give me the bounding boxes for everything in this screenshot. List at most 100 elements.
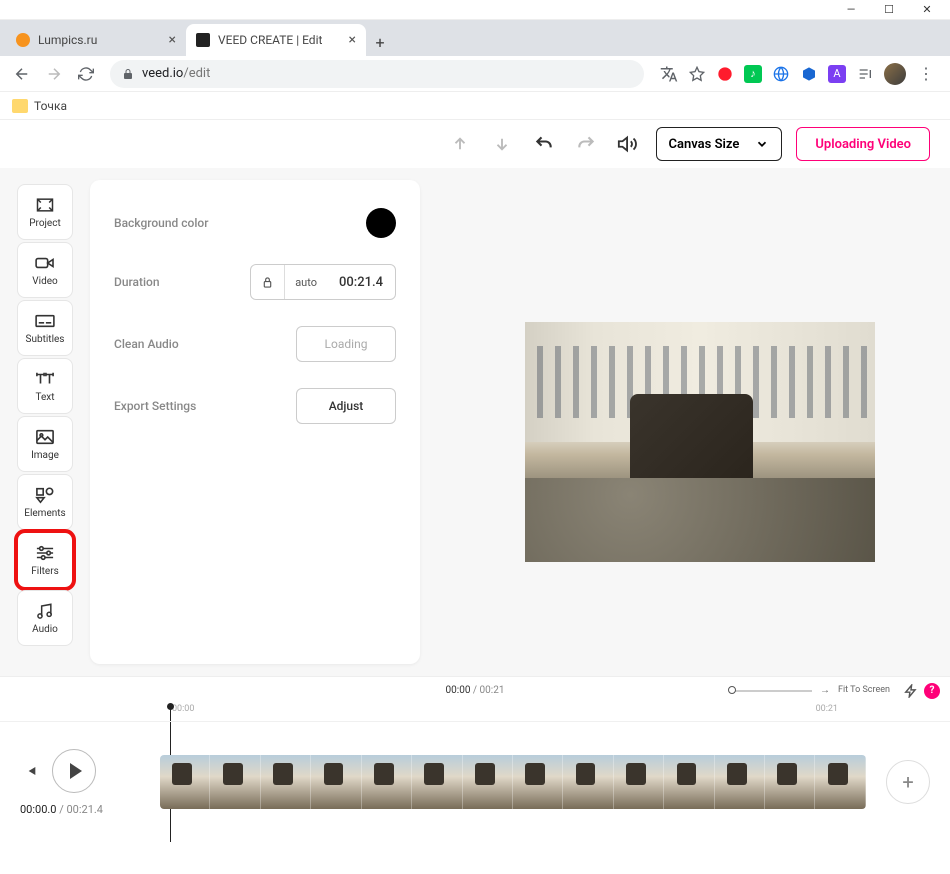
- new-tab-button[interactable]: +: [366, 28, 394, 56]
- playback-time: 00:00.0 / 00:21.4: [20, 803, 103, 816]
- tab-title: Lumpics.ru: [38, 33, 163, 47]
- back-button[interactable]: [8, 60, 36, 88]
- export-adjust-button[interactable]: Adjust: [296, 388, 396, 424]
- duration-input[interactable]: auto 00:21.4: [250, 264, 396, 300]
- ext-cube-icon[interactable]: [800, 65, 818, 83]
- app-toolbar: Canvas Size Uploading Video: [0, 120, 950, 168]
- canvas-area: [420, 168, 950, 676]
- duration-value: 00:21.4: [327, 275, 395, 290]
- lock-icon[interactable]: [251, 265, 285, 299]
- arrow-up-icon[interactable]: [446, 130, 474, 158]
- track-thumbnail: [160, 755, 210, 809]
- star-icon[interactable]: [688, 65, 706, 83]
- ext-green-icon[interactable]: ♪: [744, 65, 762, 83]
- tab-title: VEED CREATE | Edit: [218, 33, 343, 47]
- sidebar-item-subtitles[interactable]: Subtitles: [17, 300, 73, 356]
- bg-color-swatch[interactable]: [366, 208, 396, 238]
- bg-color-label: Background color: [114, 216, 208, 230]
- track-thumbnail: [765, 755, 815, 809]
- sidebar-item-label: Elements: [24, 508, 65, 519]
- sidebar-item-label: Subtitles: [26, 334, 65, 345]
- bookmarks-bar: Точка: [0, 92, 950, 120]
- window-minimize[interactable]: —: [832, 0, 870, 20]
- profile-avatar[interactable]: [884, 63, 906, 85]
- reading-list-icon[interactable]: [856, 65, 874, 83]
- lock-icon: [122, 68, 134, 80]
- clean-audio-button[interactable]: Loading: [296, 326, 396, 362]
- play-icon: [70, 763, 82, 779]
- canvas-size-label: Canvas Size: [669, 137, 740, 152]
- chevron-down-icon: [755, 137, 769, 151]
- browser-tab-lumpics[interactable]: Lumpics.ru ×: [6, 24, 186, 56]
- track-thumbnail: [513, 755, 563, 809]
- export-label: Export Settings: [114, 399, 196, 413]
- playback-controls: 00:00.0 / 00:21.4: [20, 749, 150, 816]
- volume-button[interactable]: [614, 130, 642, 158]
- track-thumbnail: [463, 755, 513, 809]
- timeline-time-readout: 00:00 / 00:21: [446, 685, 505, 696]
- fit-to-screen-button[interactable]: Fit To Screen: [838, 686, 890, 696]
- undo-button[interactable]: [530, 130, 558, 158]
- video-preview[interactable]: [525, 322, 875, 562]
- favicon-icon: [16, 33, 30, 47]
- sidebar-item-label: Image: [31, 450, 59, 461]
- browser-toolbar: veed.io/edit ♪ A ⋮: [0, 56, 950, 92]
- address-bar[interactable]: veed.io/edit: [110, 60, 644, 88]
- play-button[interactable]: [52, 749, 96, 793]
- timeline: 00:00.0 / 00:21.4 +: [0, 722, 950, 842]
- text-icon: [34, 369, 56, 389]
- browser-tab-veed[interactable]: VEED CREATE | Edit ×: [186, 24, 366, 56]
- canvas-size-dropdown[interactable]: Canvas Size: [656, 127, 783, 161]
- playhead[interactable]: [170, 704, 171, 721]
- track-thumbnail: [210, 755, 260, 809]
- video-icon: [34, 253, 56, 273]
- translate-icon[interactable]: [660, 65, 678, 83]
- reload-button[interactable]: [72, 60, 100, 88]
- zoom-handle[interactable]: [728, 686, 736, 694]
- track-thumbnail: [715, 755, 765, 809]
- window-close[interactable]: ✕: [908, 0, 946, 20]
- main-area: Project Video Subtitles Text Image: [0, 168, 950, 676]
- forward-button[interactable]: [40, 60, 68, 88]
- sidebar-item-label: Filters: [31, 566, 59, 577]
- sidebar-item-project[interactable]: Project: [17, 184, 73, 240]
- tool-sidebar: Project Video Subtitles Text Image: [0, 168, 90, 676]
- track-thumbnail: [563, 755, 613, 809]
- window-maximize[interactable]: ☐: [870, 0, 908, 20]
- add-track-button[interactable]: +: [886, 760, 930, 804]
- sidebar-item-elements[interactable]: Elements: [17, 474, 73, 530]
- zoom-slider[interactable]: [732, 690, 812, 692]
- opera-icon[interactable]: [716, 65, 734, 83]
- uploading-video-button[interactable]: Uploading Video: [796, 127, 930, 161]
- track-thumbnail: [614, 755, 664, 809]
- help-button[interactable]: ?: [924, 683, 940, 699]
- image-icon: [34, 427, 56, 447]
- arrow-down-icon[interactable]: [488, 130, 516, 158]
- browser-menu-icon[interactable]: ⋮: [916, 64, 936, 83]
- track-thumbnail: [261, 755, 311, 809]
- sidebar-item-audio[interactable]: Audio: [17, 590, 73, 646]
- zoom-control[interactable]: → Fit To Screen: [732, 685, 890, 696]
- track-thumbnail: [311, 755, 361, 809]
- split-icon[interactable]: [904, 684, 918, 698]
- sidebar-item-video[interactable]: Video: [17, 242, 73, 298]
- timeline-ruler[interactable]: 00:00 00:21: [0, 704, 950, 722]
- sidebar-item-image[interactable]: Image: [17, 416, 73, 472]
- bookmark-item[interactable]: Точка: [34, 99, 67, 113]
- sidebar-item-label: Audio: [32, 624, 58, 635]
- folder-icon: [12, 99, 28, 113]
- ext-globe-icon[interactable]: [772, 65, 790, 83]
- filters-icon: [34, 543, 56, 563]
- redo-button[interactable]: [572, 130, 600, 158]
- sidebar-item-label: Text: [35, 392, 54, 403]
- close-icon[interactable]: ×: [349, 32, 356, 48]
- duration-label: Duration: [114, 275, 160, 289]
- skip-to-start-button[interactable]: [20, 761, 40, 781]
- sidebar-item-label: Project: [29, 218, 61, 229]
- track-thumbnail: [362, 755, 412, 809]
- ext-purple-icon[interactable]: A: [828, 65, 846, 83]
- close-icon[interactable]: ×: [169, 32, 176, 48]
- sidebar-item-text[interactable]: Text: [17, 358, 73, 414]
- sidebar-item-filters[interactable]: Filters: [17, 532, 73, 588]
- video-track[interactable]: [160, 755, 866, 809]
